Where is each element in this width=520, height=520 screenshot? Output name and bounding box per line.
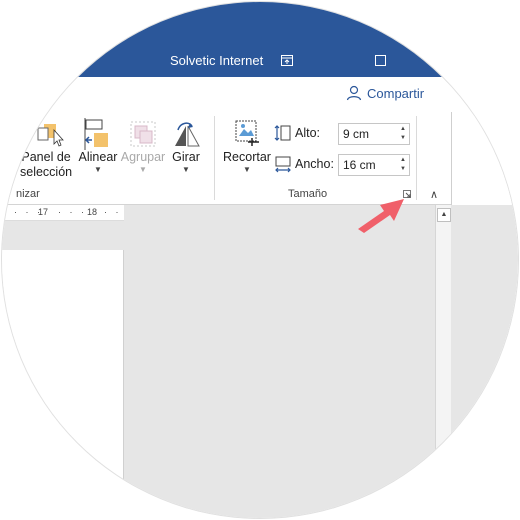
align-label: Alinear [78, 150, 118, 164]
spin-down-icon[interactable]: ▼ [400, 135, 406, 141]
share-label: Compartir [367, 85, 425, 101]
height-input[interactable]: 9 cm ▲ ▼ [338, 123, 410, 145]
height-label: Alto: [295, 126, 321, 140]
group-icon [130, 121, 156, 147]
restore-window-icon[interactable] [276, 50, 298, 70]
crop-button[interactable]: Recortar ▼ [222, 118, 272, 175]
align-button[interactable]: Alinear ▼ [78, 118, 118, 175]
spin-up-icon[interactable]: ▲ [400, 126, 406, 132]
chevron-down-icon: ▼ [94, 165, 102, 174]
width-field-label: Ancho: [274, 155, 334, 173]
red-pointer-arrow-icon [358, 199, 404, 233]
group-separator [416, 116, 417, 200]
share-bar [2, 77, 518, 112]
height-field-label: Alto: [274, 124, 320, 142]
collapse-ribbon-icon[interactable]: ∧ [430, 188, 438, 201]
selection-pane-icon [37, 124, 64, 147]
spin-up-icon[interactable]: ▲ [400, 157, 406, 163]
shape-height-icon [274, 125, 291, 141]
rotate-icon [175, 122, 200, 147]
ruler-mark-18: 18 [87, 207, 98, 217]
selection-pane-button[interactable]: Panel de selección [20, 118, 72, 180]
height-value: 9 cm [343, 127, 370, 141]
scroll-up-icon[interactable]: ▲ [437, 208, 451, 222]
group-label: Agrupar [120, 150, 166, 164]
maximize-icon[interactable] [369, 50, 391, 70]
align-icon [84, 118, 108, 150]
vertical-scrollbar[interactable]: ▲ [435, 205, 451, 518]
share-button[interactable]: Compartir [346, 85, 424, 101]
crop-label: Recortar [223, 150, 271, 164]
ruler-mark-17: 17 [38, 207, 49, 217]
horizontal-ruler: · · · 17 · · · 18 · · [2, 205, 124, 221]
chevron-down-icon: ▼ [182, 165, 190, 174]
crop-icon [235, 120, 259, 146]
rotate-label: Girar [172, 150, 200, 164]
width-label: Ancho: [295, 157, 334, 171]
window-title: Solvetic Internet [170, 53, 264, 68]
selection-pane-label-2: selección [20, 165, 73, 179]
selection-pane-label-1: Panel de [21, 150, 71, 164]
rotate-button[interactable]: Girar ▼ [168, 118, 204, 175]
ruler-ticks: · · · [58, 207, 87, 217]
spin-down-icon[interactable]: ▼ [400, 166, 406, 172]
chevron-down-icon: ▼ [139, 165, 147, 174]
size-group-label: Tamaño [288, 188, 328, 200]
chevron-down-icon: ▼ [243, 165, 251, 174]
group-separator [214, 116, 215, 200]
shape-width-icon [275, 156, 291, 173]
zoom-circle: Solvetic Internet Compartir Panel de sel… [2, 2, 518, 518]
arrange-group-label: nizar [16, 188, 40, 200]
title-bar: Solvetic Internet [2, 2, 518, 77]
person-icon [346, 85, 362, 101]
width-value: 16 cm [343, 158, 376, 172]
width-input[interactable]: 16 cm ▲ ▼ [338, 154, 410, 176]
document-page[interactable] [2, 250, 124, 518]
ribbon: Panel de selección Alinear ▼ Agrupar ▼ G… [2, 112, 518, 205]
ruler-ticks: · · [104, 207, 122, 217]
group-button[interactable]: Agrupar ▼ [120, 118, 166, 175]
